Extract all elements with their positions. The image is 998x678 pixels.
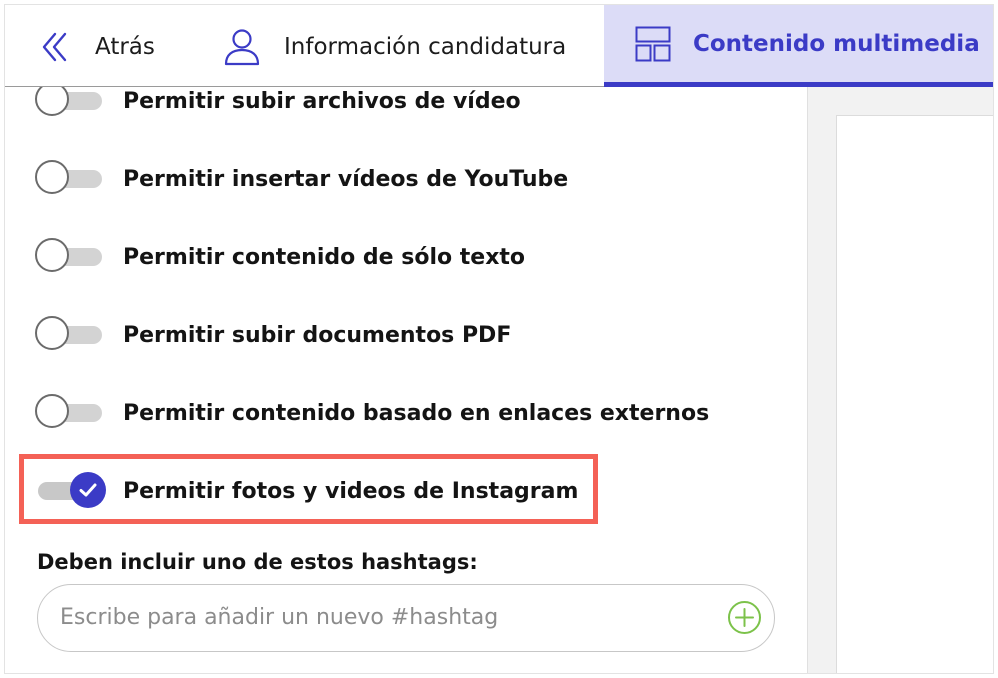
hashtag-input[interactable] bbox=[60, 585, 700, 649]
toggle-switch[interactable] bbox=[35, 87, 105, 121]
option-solo-texto[interactable]: Permitir contenido de sólo texto bbox=[35, 237, 525, 277]
preview-panel bbox=[807, 87, 993, 673]
preview-card bbox=[836, 115, 993, 673]
option-label: Permitir subir archivos de vídeo bbox=[123, 88, 521, 114]
option-label: Permitir fotos y videos de Instagram bbox=[123, 478, 579, 504]
option-youtube[interactable]: Permitir insertar vídeos de YouTube bbox=[35, 159, 568, 199]
tab-informacion-label: Información candidatura bbox=[284, 34, 567, 60]
toggle-knob bbox=[35, 394, 69, 428]
option-label: Permitir contenido basado en enlaces ext… bbox=[123, 400, 710, 426]
toggle-knob bbox=[70, 472, 106, 508]
option-subir-video[interactable]: Permitir subir archivos de vídeo bbox=[35, 87, 521, 121]
tab-contenido-label: Contenido multimedia bbox=[693, 30, 980, 57]
option-pdf[interactable]: Permitir subir documentos PDF bbox=[35, 315, 511, 355]
back-button[interactable]: Atrás bbox=[41, 29, 155, 65]
toggle-switch[interactable] bbox=[35, 237, 105, 277]
option-label: Permitir insertar vídeos de YouTube bbox=[123, 166, 569, 192]
option-instagram[interactable]: Permitir fotos y videos de Instagram bbox=[35, 471, 578, 511]
toggle-switch[interactable] bbox=[35, 393, 105, 433]
hashtag-input-wrapper bbox=[37, 584, 775, 652]
add-hashtag-button[interactable] bbox=[727, 600, 762, 635]
toggle-knob bbox=[35, 160, 69, 194]
toggle-knob bbox=[35, 87, 69, 116]
toggle-switch[interactable] bbox=[35, 159, 105, 199]
toggle-knob bbox=[35, 316, 69, 350]
back-label: Atrás bbox=[95, 34, 155, 60]
toggle-switch[interactable] bbox=[35, 471, 106, 511]
app-window: Atrás Información candidatura Contenido … bbox=[4, 4, 994, 674]
toggle-switch[interactable] bbox=[35, 315, 105, 355]
top-navigation: Atrás Información candidatura Contenido … bbox=[5, 5, 993, 87]
option-label: Permitir subir documentos PDF bbox=[123, 322, 512, 348]
layout-grid-icon bbox=[635, 26, 671, 61]
plus-circle-icon bbox=[728, 601, 761, 634]
settings-panel: Permitir subir archivos de vídeo Permiti… bbox=[5, 87, 807, 673]
check-icon bbox=[79, 483, 97, 497]
option-label: Permitir contenido de sólo texto bbox=[123, 244, 526, 270]
tab-informacion-candidatura[interactable]: Información candidatura bbox=[223, 27, 566, 67]
double-chevron-left-icon bbox=[42, 32, 67, 62]
hashtags-label: Deben incluir uno de estos hashtags: bbox=[37, 550, 478, 574]
tab-contenido-multimedia[interactable]: Contenido multimedia bbox=[604, 5, 993, 87]
user-icon bbox=[224, 29, 260, 66]
option-enlaces-externos[interactable]: Permitir contenido basado en enlaces ext… bbox=[35, 393, 709, 433]
toggle-knob bbox=[35, 238, 69, 272]
